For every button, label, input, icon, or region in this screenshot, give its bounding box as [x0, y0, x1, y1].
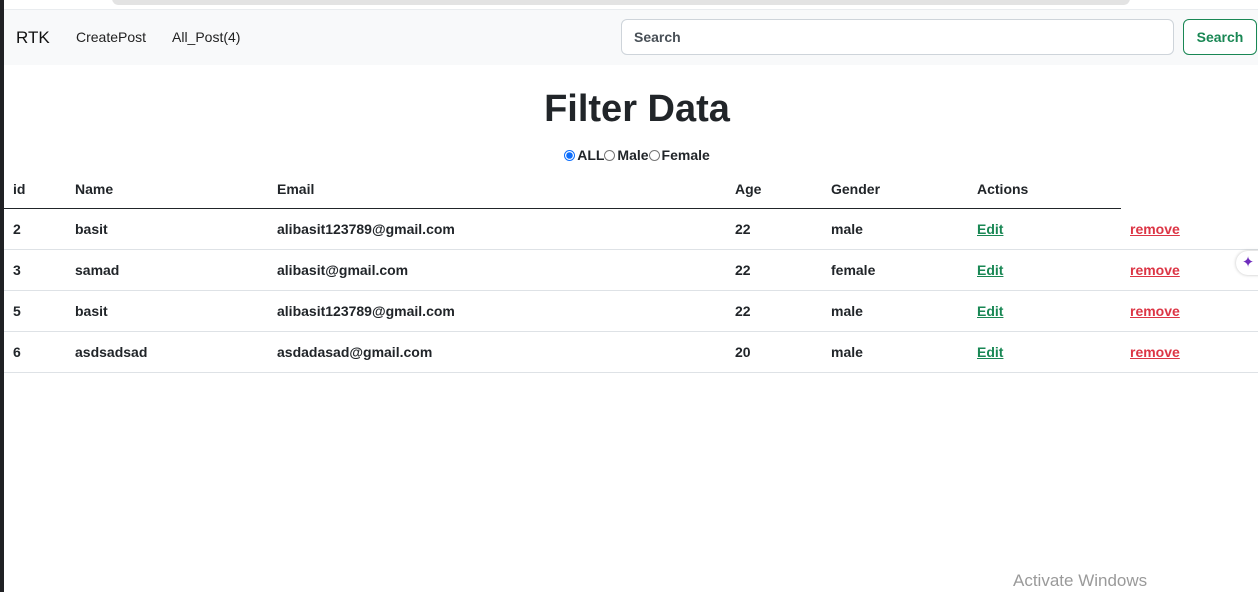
cell-name: basit	[66, 208, 268, 250]
cell-remove: remove	[1121, 331, 1258, 373]
column-header-gender: Gender	[822, 170, 968, 209]
column-header-blank	[1121, 170, 1258, 209]
page-title: Filter Data	[544, 88, 730, 130]
edit-link[interactable]: Edit	[977, 221, 1003, 237]
cell-email: alibasit123789@gmail.com	[268, 290, 726, 332]
navbar: RTK CreatePost All_Post(4) Search	[4, 10, 1258, 65]
cell-email: alibasit123789@gmail.com	[268, 208, 726, 250]
cell-edit: Edit	[968, 331, 1121, 373]
cell-name: basit	[66, 290, 268, 332]
filter-option-female[interactable]: Female	[648, 147, 710, 163]
nav-link-all-post[interactable]: All_Post(4)	[172, 29, 240, 45]
cell-id: 2	[4, 208, 66, 250]
cell-gender: male	[822, 331, 968, 373]
filter-radio-male[interactable]	[604, 149, 616, 161]
column-header-name: Name	[66, 170, 268, 209]
cell-gender: male	[822, 290, 968, 332]
table-row: 5 basit alibasit123789@gmail.com 22 male…	[4, 290, 1258, 332]
remove-link[interactable]: remove	[1130, 221, 1180, 237]
cell-edit: Edit	[968, 249, 1121, 291]
remove-link[interactable]: remove	[1130, 303, 1180, 319]
cell-name: samad	[66, 249, 268, 291]
filter-label-female: Female	[661, 147, 710, 163]
activate-windows-watermark: Activate Windows	[1013, 571, 1148, 590]
cell-id: 6	[4, 331, 66, 373]
cell-id: 5	[4, 290, 66, 332]
column-header-age: Age	[726, 170, 822, 209]
cell-age: 20	[726, 331, 822, 373]
edit-link[interactable]: Edit	[977, 303, 1003, 319]
filter-option-all[interactable]: ALL	[564, 147, 604, 163]
cell-age: 22	[726, 249, 822, 291]
remove-link[interactable]: remove	[1130, 262, 1180, 278]
navbar-brand[interactable]: RTK	[16, 28, 50, 48]
table-row: 3 samad alibasit@gmail.com 22 female Edi…	[4, 249, 1258, 291]
search-input[interactable]	[621, 19, 1174, 55]
remove-link[interactable]: remove	[1130, 344, 1180, 360]
cell-age: 22	[726, 290, 822, 332]
table-row: 6 asdsadsad asdadasad@gmail.com 20 male …	[4, 331, 1258, 373]
gender-filter: ALL Male Female	[0, 147, 1258, 164]
cell-remove: remove	[1121, 208, 1258, 250]
column-header-id: id	[4, 170, 66, 209]
cell-edit: Edit	[968, 208, 1121, 250]
sparkle-icon[interactable]: ✦	[1236, 251, 1258, 275]
filter-radio-female[interactable]	[648, 149, 660, 161]
search-button[interactable]: Search	[1183, 19, 1257, 55]
table-header-row: id Name Email Age Gender Actions	[4, 170, 1258, 209]
edit-link[interactable]: Edit	[977, 262, 1003, 278]
cell-remove: remove	[1121, 290, 1258, 332]
edit-link[interactable]: Edit	[977, 344, 1003, 360]
filter-label-all: ALL	[577, 147, 605, 163]
filter-radio-all[interactable]	[564, 149, 576, 161]
column-header-actions: Actions	[968, 170, 1121, 209]
cell-email: alibasit@gmail.com	[268, 249, 726, 291]
cell-id: 3	[4, 249, 66, 291]
top-scrollbar[interactable]	[112, 0, 1130, 5]
cell-name: asdsadsad	[66, 331, 268, 373]
filter-option-male[interactable]: Male	[604, 147, 649, 163]
column-header-email: Email	[268, 170, 726, 209]
cell-edit: Edit	[968, 290, 1121, 332]
cell-age: 22	[726, 208, 822, 250]
cell-email: asdadasad@gmail.com	[268, 331, 726, 373]
cell-gender: male	[822, 208, 968, 250]
filter-label-male: Male	[617, 147, 649, 163]
users-table: id Name Email Age Gender Actions 2 basit…	[4, 170, 1258, 373]
table-row: 2 basit alibasit123789@gmail.com 22 male…	[4, 208, 1258, 250]
nav-link-createpost[interactable]: CreatePost	[76, 29, 146, 45]
cell-gender: female	[822, 249, 968, 291]
